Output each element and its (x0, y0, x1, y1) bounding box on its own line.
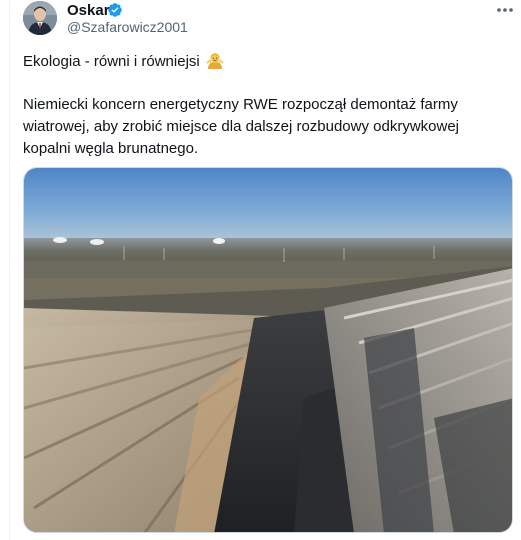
tweet-card: Oskar @Szafarowicz2001 Ekologia - równi … (0, 0, 521, 540)
tweet-body-line-3: kopalni węgla brunatnego. (23, 140, 199, 157)
more-options-button[interactable] (494, 1, 516, 19)
avatar-image (23, 1, 57, 35)
thread-divider (9, 0, 10, 540)
tweet-photo[interactable] (23, 167, 513, 533)
open-pit-mine-photo (24, 168, 512, 532)
tweet-title-text: Ekologia - równi i równiejsi (23, 53, 200, 70)
author-handle[interactable]: @Szafarowicz2001 (67, 19, 188, 36)
tweet-body-line-1: Niemiecki koncern energetyczny RWE rozpo… (23, 96, 458, 113)
tweet-text-title: Ekologia - równi i równiejsi (23, 51, 224, 75)
author-display-name[interactable]: Oskar (67, 2, 110, 20)
verified-badge-icon (107, 2, 123, 18)
person-shrugging-emoji (206, 51, 224, 75)
more-horizontal-icon (497, 8, 513, 12)
avatar[interactable] (23, 1, 57, 35)
tweet-body-line-2: wiatrowej, aby zrobić miejsce dla dalsze… (23, 118, 460, 135)
